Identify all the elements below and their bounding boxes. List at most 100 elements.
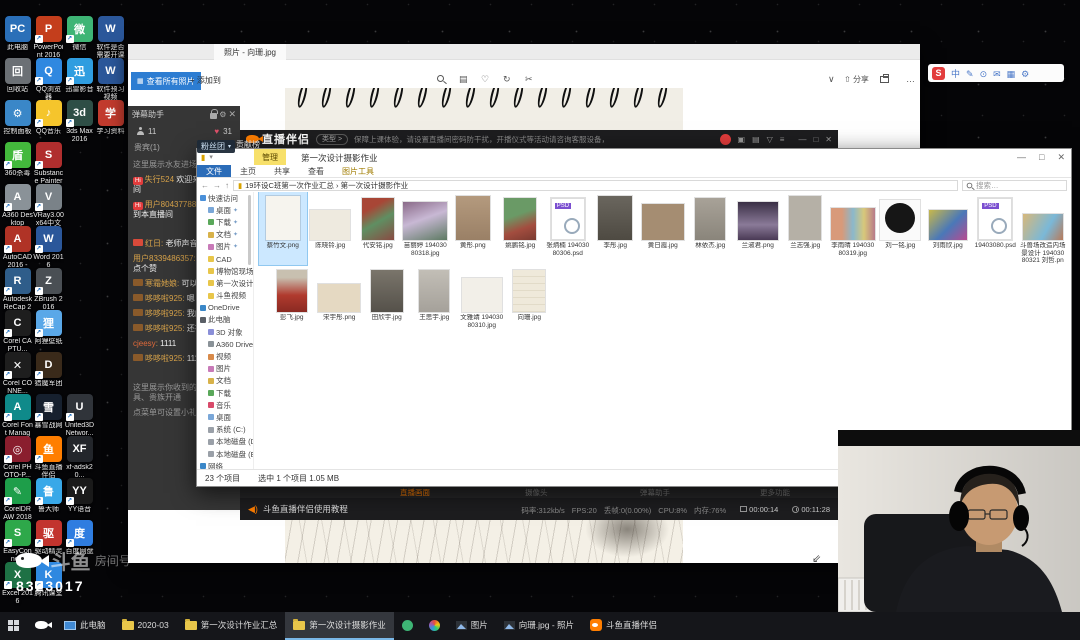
companion-tool-icon[interactable]: ≡	[780, 135, 785, 144]
desktop-icon-微信[interactable]: 微↗微信	[64, 16, 95, 52]
zoom-icon[interactable]	[437, 74, 444, 84]
desktop-icon-QQ音乐[interactable]: ♪↗QQ音乐	[33, 100, 64, 136]
taskbar-item-2020-03[interactable]: 2020-03	[114, 612, 177, 640]
sogou-tool-icon[interactable]: ⊙	[980, 69, 988, 79]
tab-contribution[interactable]: 贡献榜	[236, 139, 262, 148]
sogou-tool-icon[interactable]: ⚙	[1021, 69, 1029, 79]
close-icon[interactable]: ✕	[228, 109, 236, 120]
file-item[interactable]: 宋宇彤.png	[316, 264, 364, 329]
desktop-icon-A360 Desktop[interactable]: A↗A360 Desktop	[2, 184, 33, 228]
companion-tool-icon[interactable]: ▤	[752, 135, 760, 144]
file-item[interactable]: 苗丽婷 19403080318.jpg	[402, 192, 450, 265]
sidebar-item-斗鱼视频[interactable]: 斗鱼视频	[197, 290, 253, 302]
sogou-input-toolbar[interactable]: S 中✎⊙✉▦⚙	[928, 64, 1064, 82]
desktop-icon-回收站[interactable]: 回回收站	[2, 58, 33, 94]
desktop-icon-xf-adsk20...[interactable]: XFxf-adsk20...	[64, 436, 95, 480]
desktop-icon-3ds Max 2016[interactable]: 3d↗3ds Max 2016	[64, 100, 95, 144]
back-icon[interactable]: ←	[201, 181, 209, 190]
taskbar-item-start[interactable]	[0, 612, 27, 640]
desktop-icon-此电脑[interactable]: PC此电脑	[2, 16, 33, 52]
sidebar-item-A360 Drive[interactable]: A360 Drive	[197, 338, 253, 350]
desktop-icon-Corel Font Manage...[interactable]: A↗Corel Font Manage...	[2, 394, 33, 438]
desktop-icon-斗鱼直播伴侣[interactable]: 鱼↗斗鱼直播伴侣	[33, 436, 64, 480]
desktop-icon-360杀毒[interactable]: 盾↗360杀毒	[2, 142, 33, 178]
minimize-button[interactable]: —	[798, 135, 806, 144]
taskbar-item-fish[interactable]	[27, 612, 56, 640]
taskbar-item-第一次设计作业汇总[interactable]: 第一次设计作业汇总	[177, 612, 286, 640]
breadcrumb[interactable]: ▮19环设C班第一次作业汇总 › 第一次设计摄影作业	[233, 180, 958, 191]
desktop-icon-阿狸壁纸[interactable]: 狸↗阿狸壁纸	[33, 310, 64, 346]
file-item[interactable]: 彭飞.jpg	[268, 264, 316, 329]
desktop-icon-QQ浏览器[interactable]: Q↗QQ浏览器	[33, 58, 64, 102]
print-icon[interactable]	[880, 74, 889, 85]
chevron-down-icon[interactable]: ∨	[828, 74, 835, 85]
quick-access-toolbar[interactable]: ▾	[209, 153, 213, 161]
desktop-icon-Corel CAPTU...[interactable]: C↗Corel CAPTU...	[2, 310, 33, 354]
desktop-icon-Corel PHOTO-P...[interactable]: ◎↗Corel PHOTO-P...	[2, 436, 33, 480]
desktop-icon-AutoCAD 2016 - 简..[interactable]: A↗AutoCAD 2016 - 简..	[2, 226, 33, 270]
taskbar-item-图片[interactable]: 图片	[448, 612, 496, 640]
file-item[interactable]: 陈晓铃.jpg	[307, 192, 355, 265]
photos-tab[interactable]: 照片 - 向珊.jpg	[214, 44, 286, 60]
file-item[interactable]: 刘雨欣.jpg	[924, 192, 972, 265]
file-item[interactable]: 黄日霞.jpg	[639, 192, 687, 265]
file-item[interactable]: 向珊.jpg	[506, 264, 554, 329]
maximize-button[interactable]: □	[813, 135, 818, 144]
sogou-tool-icon[interactable]: ✎	[966, 69, 974, 79]
sidebar-item-视频[interactable]: 视频	[197, 350, 253, 362]
sidebar-item-3D 对象[interactable]: 3D 对象	[197, 326, 253, 338]
sidebar-item-本地磁盘 (D:)[interactable]: 本地磁盘 (D:)	[197, 436, 253, 448]
desktop-icon-YY语音[interactable]: YY↗YY语音	[64, 478, 95, 514]
sidebar-item-图片[interactable]: 图片✦	[197, 241, 253, 253]
desktop-icon-软件预习视频[interactable]: W软件预习视频	[95, 58, 126, 102]
ribbon-tab-图片工具[interactable]: 图片工具	[333, 165, 383, 177]
gear-icon[interactable]: ⚙	[219, 110, 226, 119]
footer-tab-弹幕助手[interactable]: 弹幕助手	[640, 487, 670, 498]
desktop-icon-学习资料[interactable]: 学学习资料	[95, 100, 126, 136]
desktop-icon-暴雪战网[interactable]: 雪↗暴雪战网	[33, 394, 64, 430]
sidebar-item-CAD[interactable]: CAD	[197, 253, 253, 265]
sogou-tool-icon[interactable]: 中	[951, 69, 960, 79]
sidebar-item-下载[interactable]: 下载	[197, 387, 253, 399]
sidebar-item-桌面[interactable]: 桌面	[197, 411, 253, 423]
file-item[interactable]: 黄彤.png	[449, 192, 497, 265]
close-button[interactable]: ✕	[1057, 152, 1065, 162]
sidebar-item-音乐[interactable]: 音乐	[197, 399, 253, 411]
file-item[interactable]: 姚鹏铭.jpg	[497, 192, 545, 265]
desktop-icon-Autodesk ReCap 2016[interactable]: R↗Autodesk ReCap 2016	[2, 268, 33, 312]
add-to-button[interactable]: + 添加到	[190, 75, 221, 86]
file-item[interactable]: 张炳楠 19403080306.psd	[544, 192, 592, 265]
tutorial-link[interactable]: 斗鱼直播伴侣使用教程	[263, 503, 509, 515]
footer-tab-更多功能[interactable]: 更多功能	[760, 487, 790, 498]
search-input[interactable]: 搜索…	[962, 180, 1067, 191]
taskbar-item-此电脑[interactable]: 此电脑	[56, 612, 114, 640]
account-badge-icon[interactable]	[720, 134, 731, 145]
desktop-icon-ZBrush 2016[interactable]: Z↗ZBrush 2016	[33, 268, 64, 312]
sogou-tool-icon[interactable]: ✉	[993, 69, 1001, 79]
file-item[interactable]: 代安铭.jpg	[354, 192, 402, 265]
lock-icon[interactable]	[210, 113, 217, 119]
up-icon[interactable]: ↑	[225, 181, 229, 190]
sidebar-item-本地磁盘 (E:)[interactable]: 本地磁盘 (E:)	[197, 448, 253, 460]
forward-icon[interactable]: →	[213, 181, 221, 190]
desktop-icon-鲁大师[interactable]: 鲁↗鲁大师	[33, 478, 64, 514]
ribbon-tab-查看[interactable]: 查看	[299, 165, 333, 177]
sidebar-item-图片[interactable]: 图片	[197, 363, 253, 375]
sogou-logo[interactable]: S	[932, 67, 945, 80]
companion-tool-icon[interactable]: ▣	[738, 135, 746, 144]
crop-icon[interactable]: ✂	[525, 74, 533, 85]
sidebar-item-系统 (C:)[interactable]: 系统 (C:)	[197, 424, 253, 436]
file-item[interactable]: 蔡竹文.png	[259, 192, 307, 265]
companion-tool-icon[interactable]: ▽	[767, 135, 773, 144]
desktop-icon-PowerPoint 2016[interactable]: P↗PowerPoint 2016	[33, 16, 64, 60]
close-button[interactable]: ✕	[825, 135, 832, 144]
file-item[interactable]: 兰淑君.png	[734, 192, 782, 265]
file-item[interactable]: 王思宇.jpg	[411, 264, 459, 329]
file-item[interactable]: 刘一铭.jpg	[877, 192, 925, 265]
share-button[interactable]: ⇧ 分享	[844, 74, 869, 85]
sidebar-item-OneDrive[interactable]: OneDrive	[197, 302, 253, 314]
file-item[interactable]: 19403080.psd	[972, 192, 1020, 265]
taskbar-item-向珊.jpg - 照片[interactable]: 向珊.jpg - 照片	[496, 612, 582, 640]
taskbar-item-dot[interactable]	[394, 612, 421, 640]
tab-fans-club[interactable]: 粉丝团▾	[197, 140, 235, 153]
